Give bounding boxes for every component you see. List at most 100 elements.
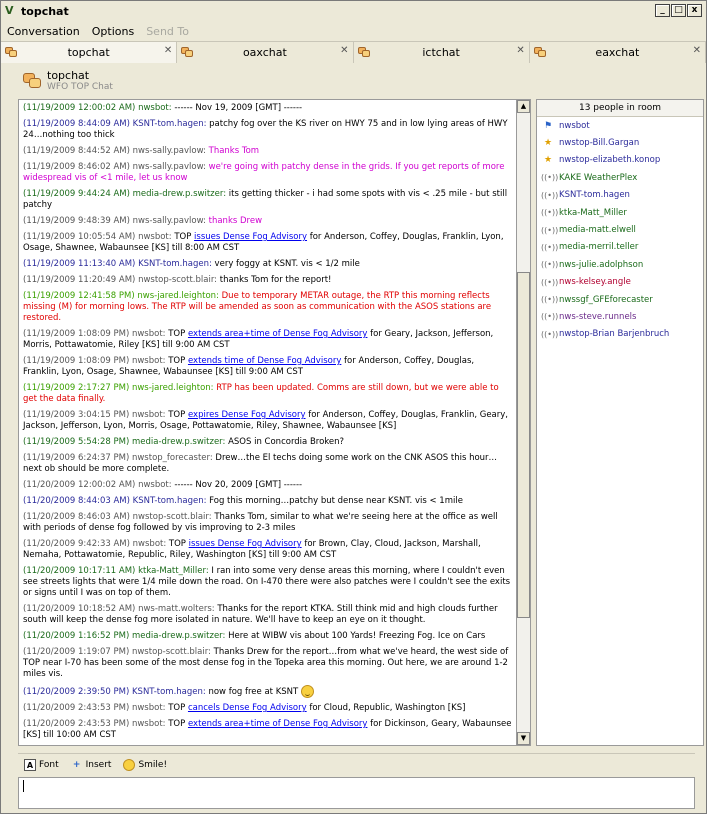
- close-button[interactable]: x: [687, 4, 702, 17]
- message-text: Fog this morning…patchy but dense near K…: [206, 496, 463, 506]
- advisory-link[interactable]: extends time of Dense Fog Advisory: [188, 356, 341, 366]
- tab-close-icon[interactable]: ✕: [516, 45, 524, 56]
- minimize-button[interactable]: _: [655, 4, 670, 17]
- menu-options[interactable]: Options: [92, 25, 134, 38]
- message-timestamp: (11/19/2009 5:54:28 PM): [23, 437, 130, 447]
- participant-name: nwstop-Brian Barjenbruch: [559, 329, 670, 340]
- message-timestamp: (11/20/2009 10:18:52 AM): [23, 604, 136, 614]
- message-author: nwstop-scott.blair:: [132, 512, 212, 522]
- message-author: nwsbot:: [132, 539, 167, 549]
- message-prefix: TOP: [165, 356, 188, 366]
- broadcast-icon: ((•)): [541, 277, 559, 287]
- tab-label: ictchat: [422, 46, 460, 59]
- font-button[interactable]: A Font: [24, 758, 59, 771]
- insert-button[interactable]: + Insert: [71, 759, 112, 771]
- chat-log[interactable]: (11/19/2009 12:00:02 AM) nwsbot: ------ …: [18, 99, 517, 746]
- message-author: nwsbot:: [131, 410, 166, 420]
- broadcast-icon: ((•)): [541, 225, 559, 235]
- participant-row[interactable]: ★ nwstop-Bill.Gargan: [537, 134, 703, 151]
- tab-topchat[interactable]: topchat ✕: [1, 42, 178, 63]
- message-author: nwsbot:: [131, 329, 166, 339]
- participant-row[interactable]: ((•)) media-merril.teller: [537, 239, 703, 256]
- app-logo-icon: V: [5, 4, 14, 17]
- advisory-link[interactable]: issues Dense Fog Advisory: [189, 539, 302, 549]
- advisory-link[interactable]: extends area+time of Dense Fog Advisory: [188, 329, 367, 339]
- tab-oaxchat[interactable]: oaxchat ✕: [177, 42, 354, 63]
- message-author: nwsbot:: [138, 232, 172, 242]
- broadcast-icon: ((•)): [541, 173, 559, 183]
- menu-conversation[interactable]: Conversation: [7, 25, 80, 38]
- participant-name: KSNT-tom.hagen: [559, 190, 630, 201]
- message-author: nws-jared.leighton:: [131, 383, 214, 393]
- message-timestamp: (11/20/2009 8:46:03 AM): [23, 512, 130, 522]
- room-description: WFO TOP Chat: [47, 82, 113, 92]
- message-author: media-drew.p.switzer:: [131, 631, 226, 641]
- participant-row[interactable]: ((•)) nwstop-Brian Barjenbruch: [537, 326, 703, 343]
- message-timestamp: (11/19/2009 3:04:15 PM): [23, 410, 130, 420]
- participant-row[interactable]: ((•)) nwssgf_GFEforecaster: [537, 291, 703, 308]
- chat-message: (11/19/2009 5:54:28 PM) media-drew.p.swi…: [23, 437, 512, 448]
- scroll-down-arrow-icon[interactable]: ▼: [517, 732, 530, 745]
- advisory-link[interactable]: extends area+time of Dense Fog Advisory: [188, 719, 367, 729]
- message-author: nwsbot:: [138, 480, 172, 490]
- chat-message: (11/20/2009 8:44:03 AM) KSNT-tom.hagen: …: [23, 496, 512, 507]
- message-author: nwstop-scott.blair:: [138, 275, 218, 285]
- message-author: nwstop_forecaster:: [131, 453, 213, 463]
- tab-close-icon[interactable]: ✕: [693, 45, 701, 56]
- chat-message: (11/19/2009 9:48:39 AM) nws-sally.pavlow…: [23, 216, 512, 227]
- participant-row[interactable]: ((•)) ktka-Matt_Miller: [537, 204, 703, 221]
- broadcast-icon: ((•)): [541, 312, 559, 322]
- chat-message: (11/20/2009 10:17:11 AM) ktka-Matt_Mille…: [23, 566, 512, 599]
- message-author: ktka-Matt_Miller:: [138, 566, 209, 576]
- participant-row[interactable]: ⚑ nwsbot: [537, 117, 703, 134]
- font-label: Font: [39, 759, 59, 770]
- message-author: nws-sally.pavlow:: [132, 146, 206, 156]
- participant-name: ktka-Matt_Miller: [559, 207, 627, 218]
- smile-button[interactable]: Smile!: [123, 758, 167, 771]
- tab-label: topchat: [67, 46, 110, 59]
- participant-row[interactable]: ((•)) nws-kelsey.angle: [537, 274, 703, 291]
- broadcast-icon: ((•)): [541, 242, 559, 252]
- chat-message: (11/19/2009 2:17:27 PM) nws-jared.leight…: [23, 383, 512, 405]
- chat-message: (11/19/2009 3:04:15 PM) nwsbot: TOP expi…: [23, 410, 512, 432]
- message-prefix: TOP: [165, 703, 188, 713]
- message-input[interactable]: [18, 777, 695, 809]
- advisory-link[interactable]: cancels Dense Fog Advisory: [188, 703, 307, 713]
- participant-row[interactable]: ((•)) nws-steve.runnels: [537, 308, 703, 325]
- menu-send-to[interactable]: Send To: [146, 25, 189, 38]
- chatroom-icon: [5, 46, 18, 58]
- broadcast-icon: ((•)): [541, 260, 559, 270]
- chat-message: (11/19/2009 11:13:40 AM) KSNT-tom.hagen:…: [23, 259, 512, 270]
- chatroom-icon: [357, 46, 371, 58]
- participant-row[interactable]: ★ nwstop-elizabeth.konop: [537, 152, 703, 169]
- broadcast-icon: ((•)): [541, 190, 559, 200]
- advisory-link[interactable]: issues Dense Fog Advisory: [194, 232, 307, 242]
- scroll-thumb[interactable]: [517, 272, 530, 618]
- message-timestamp: (11/19/2009 9:48:39 AM): [23, 216, 130, 226]
- insert-label: Insert: [85, 759, 112, 770]
- participant-row[interactable]: ((•)) media-matt.elwell: [537, 221, 703, 238]
- participant-name: nwssgf_GFEforecaster: [559, 294, 653, 305]
- broadcast-icon: ((•)): [541, 295, 559, 305]
- tab-close-icon[interactable]: ✕: [164, 45, 172, 56]
- scroll-up-arrow-icon[interactable]: ▲: [517, 100, 530, 113]
- message-author: KSNT-tom.hagen:: [132, 119, 207, 129]
- chat-scrollbar[interactable]: ▲ ▼: [517, 99, 531, 746]
- message-text: very foggy at KSNT. vis < 1/2 mile: [211, 259, 360, 269]
- tab-close-icon[interactable]: ✕: [340, 45, 348, 56]
- message-author: nws-jared.leighton:: [137, 291, 219, 301]
- message-timestamp: (11/19/2009 11:13:40 AM): [23, 259, 136, 269]
- advisory-link[interactable]: expires Dense Fog Advisory: [188, 410, 306, 420]
- tab-eaxchat[interactable]: eaxchat ✕: [529, 42, 706, 63]
- participant-row[interactable]: ((•)) KSNT-tom.hagen: [537, 187, 703, 204]
- participant-row[interactable]: ((•)) KAKE WeatherPlex: [537, 169, 703, 186]
- chat-message: (11/20/2009 1:19:07 PM) nwstop-scott.bla…: [23, 647, 512, 680]
- message-text: thanks Drew: [205, 216, 263, 226]
- chat-message: (11/19/2009 6:24:37 PM) nwstop_forecaste…: [23, 453, 512, 475]
- message-timestamp: (11/19/2009 12:00:02 AM): [23, 103, 136, 113]
- tab-ictchat[interactable]: ictchat ✕: [353, 42, 530, 63]
- message-timestamp: (11/19/2009 8:46:02 AM): [23, 162, 130, 172]
- message-author: nws-matt.wolters:: [138, 604, 215, 614]
- maximize-button[interactable]: □: [671, 4, 686, 17]
- participant-row[interactable]: ((•)) nws-julie.adolphson: [537, 256, 703, 273]
